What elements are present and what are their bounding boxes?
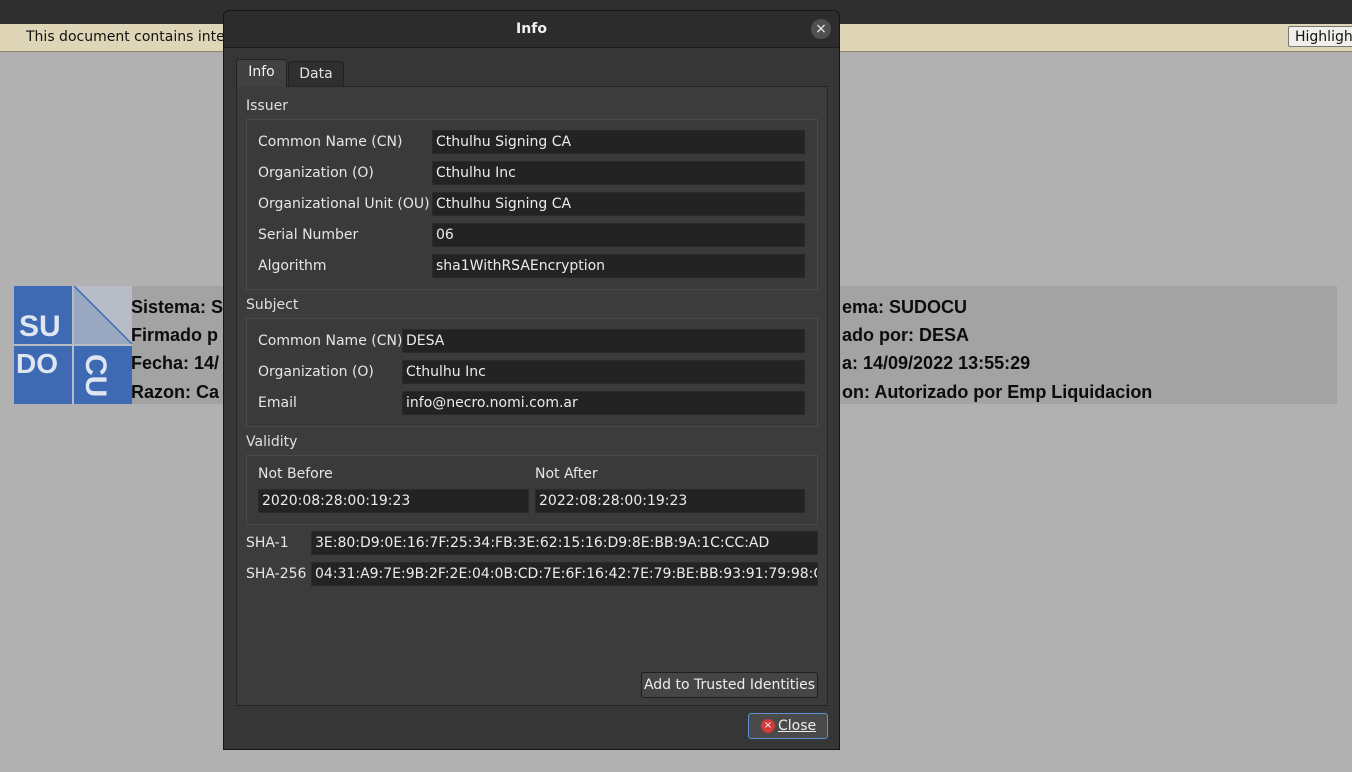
subject-cn-label: Common Name (CN) bbox=[258, 333, 403, 349]
serial-number-label: Serial Number bbox=[258, 227, 359, 243]
email-label: Email bbox=[258, 395, 297, 411]
validity-group: Not Before 2020:08:28:00:19:23 Not After… bbox=[246, 455, 818, 525]
sha1-label: SHA-1 bbox=[246, 535, 289, 551]
validity-section-title: Validity bbox=[246, 434, 298, 450]
email-field[interactable]: info@necro.nomi.com.ar bbox=[402, 391, 805, 415]
algorithm-label: Algorithm bbox=[258, 258, 327, 274]
not-after-field[interactable]: 2022:08:28:00:19:23 bbox=[535, 489, 805, 513]
add-to-trusted-identities-button[interactable]: Add to Trusted Identities bbox=[641, 672, 818, 698]
sha256-label: SHA-256 bbox=[246, 566, 307, 582]
dialog-title: Info bbox=[516, 21, 547, 37]
certificate-info-dialog: Info × Info Data Issuer Common Name (CN)… bbox=[223, 10, 840, 750]
issuer-o-field[interactable]: Cthulhu Inc bbox=[432, 161, 805, 185]
info-tab-panel: Issuer Common Name (CN) Cthulhu Signing … bbox=[236, 86, 828, 706]
signature-left-line: Sistema: S bbox=[131, 297, 224, 317]
tab-info[interactable]: Info bbox=[236, 59, 287, 87]
issuer-group: Common Name (CN) Cthulhu Signing CA Orga… bbox=[246, 119, 818, 290]
not-after-label: Not After bbox=[535, 466, 598, 482]
sha256-field[interactable]: 04:31:A9:7E:9B:2F:2E:04:0B:CD:7E:6F:16:4… bbox=[311, 562, 818, 586]
signature-right-line: ema: SUDOCU bbox=[842, 297, 968, 317]
subject-o-label: Organization (O) bbox=[258, 364, 374, 380]
subject-group: Common Name (CN) DESA Organization (O) C… bbox=[246, 318, 818, 427]
signature-left-line: Firmado p bbox=[131, 325, 219, 345]
serial-number-field[interactable]: 06 bbox=[432, 223, 805, 247]
signature-left-line: Fecha: 14/ bbox=[131, 353, 220, 373]
notification-text: This document contains inter bbox=[26, 29, 231, 45]
signature-right-line: ado por: DESA bbox=[842, 325, 970, 345]
issuer-cn-field[interactable]: Cthulhu Signing CA bbox=[432, 130, 805, 154]
close-button-label: Close bbox=[778, 718, 817, 734]
close-icon: × bbox=[761, 719, 775, 733]
highlight-fields-button[interactable]: Highligh bbox=[1288, 26, 1352, 47]
signature-right-line: a: 14/09/2022 13:55:29 bbox=[842, 353, 1031, 373]
issuer-cn-label: Common Name (CN) bbox=[258, 134, 403, 150]
subject-section-title: Subject bbox=[246, 297, 299, 313]
dialog-titlebar[interactable]: Info × bbox=[224, 11, 839, 48]
not-before-label: Not Before bbox=[258, 466, 333, 482]
subject-o-field[interactable]: Cthulhu Inc bbox=[402, 360, 805, 384]
logo-text-su: SU bbox=[19, 310, 61, 343]
close-button[interactable]: × Close bbox=[748, 713, 828, 739]
issuer-o-label: Organization (O) bbox=[258, 165, 374, 181]
sudocu-logo-icon: SU DO CU bbox=[14, 286, 132, 404]
issuer-ou-label: Organizational Unit (OU) bbox=[258, 196, 430, 212]
signature-right-line: on: Autorizado por Emp Liquidacion bbox=[842, 382, 1153, 402]
not-before-field[interactable]: 2020:08:28:00:19:23 bbox=[258, 489, 529, 513]
sha1-field[interactable]: 3E:80:D9:0E:16:7F:25:34:FB:3E:62:15:16:D… bbox=[311, 531, 818, 555]
logo-text-do: DO bbox=[16, 348, 58, 379]
algorithm-field[interactable]: sha1WithRSAEncryption bbox=[432, 254, 805, 278]
issuer-section-title: Issuer bbox=[246, 98, 288, 114]
close-icon[interactable]: × bbox=[811, 19, 831, 39]
signature-left-line: Razon: Ca bbox=[131, 382, 220, 402]
logo-text-cu: CU bbox=[79, 354, 112, 397]
issuer-ou-field[interactable]: Cthulhu Signing CA bbox=[432, 192, 805, 216]
subject-cn-field[interactable]: DESA bbox=[402, 329, 805, 353]
tab-data[interactable]: Data bbox=[288, 61, 344, 87]
